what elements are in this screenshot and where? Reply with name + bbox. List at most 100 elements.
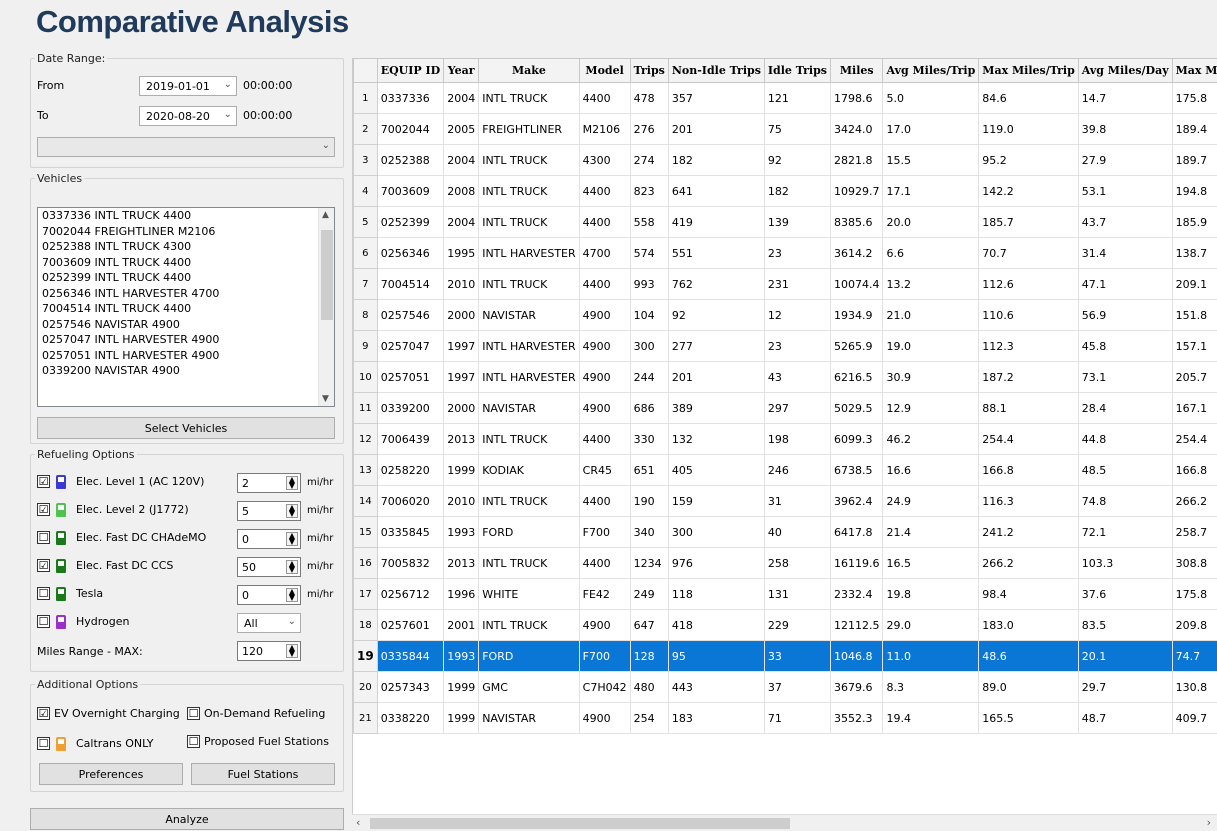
table-cell[interactable]: 357 xyxy=(667,82,765,114)
table-cell[interactable]: 254 xyxy=(629,702,669,734)
table-cell[interactable]: NAVISTAR xyxy=(478,299,580,331)
table-cell[interactable]: 266.2 xyxy=(978,547,1079,579)
table-cell[interactable]: 1993 xyxy=(443,640,480,672)
table-cell[interactable]: 47.1 xyxy=(1077,268,1173,300)
preferences-button[interactable]: Preferences xyxy=(39,763,183,785)
table-cell[interactable]: 478 xyxy=(629,82,669,114)
table-cell[interactable]: 19.0 xyxy=(882,330,980,362)
scroll-up-icon[interactable]: ▲ xyxy=(322,210,329,220)
table-row[interactable]: 15 0335845 1993 FORD F700 340 300 40 6417.8 21.4 2… xyxy=(353,516,1217,548)
checkbox[interactable]: ☐ xyxy=(37,586,50,600)
table-cell[interactable]: 182 xyxy=(763,175,831,207)
table-cell[interactable]: INTL TRUCK xyxy=(478,423,580,455)
table-cell[interactable]: 4900 xyxy=(578,392,631,424)
table-cell[interactable]: 266.2 xyxy=(1171,485,1217,517)
table-cell[interactable]: 6099.3 xyxy=(829,423,884,455)
table-cell[interactable]: 166.8 xyxy=(1171,454,1217,486)
table-cell[interactable]: 3424.0 xyxy=(829,113,884,145)
table-cell[interactable]: 4400 xyxy=(578,547,631,579)
table-row[interactable]: 7 7004514 2010 INTL TRUCK 4400 993 762 231 10074… xyxy=(353,268,1217,300)
row-number[interactable]: 5 xyxy=(353,206,378,238)
table-cell[interactable]: 27.9 xyxy=(1077,144,1173,176)
list-item[interactable]: 0257047 INTL HARVESTER 4900 xyxy=(38,332,334,348)
table-cell[interactable]: 21.4 xyxy=(882,516,980,548)
table-cell[interactable]: INTL TRUCK xyxy=(478,485,580,517)
horizontal-scrollbar[interactable]: ‹ › xyxy=(352,814,1217,831)
table-row[interactable]: 10 0257051 1997 INTL HARVESTER 4900 244 201 43 6… xyxy=(353,361,1217,393)
table-cell[interactable]: 1993 xyxy=(443,516,480,548)
table-cell[interactable]: 10929.7 xyxy=(829,175,884,207)
table-cell[interactable]: 2000 xyxy=(443,299,480,331)
list-item[interactable]: 0252388 INTL TRUCK 4300 xyxy=(38,239,334,255)
table-cell[interactable]: 480 xyxy=(629,671,669,703)
table-cell[interactable]: 1999 xyxy=(443,702,480,734)
table-cell[interactable]: 128 xyxy=(629,640,669,672)
table-cell[interactable]: INTL TRUCK xyxy=(478,82,580,114)
table-cell[interactable]: 276 xyxy=(629,113,669,145)
refuel-option-level1[interactable]: ☑ Elec. Level 1 (AC 120V) xyxy=(37,473,204,489)
table-cell[interactable]: KODIAK xyxy=(478,454,580,486)
table-cell[interactable]: 116.3 xyxy=(978,485,1079,517)
table-cell[interactable]: 4900 xyxy=(578,361,631,393)
table-cell[interactable]: 130.8 xyxy=(1171,671,1217,703)
table-cell[interactable]: 46.2 xyxy=(882,423,980,455)
list-item[interactable]: 0257546 NAVISTAR 4900 xyxy=(38,317,334,333)
fuel-stations-button[interactable]: Fuel Stations xyxy=(191,763,335,785)
table-cell[interactable]: 418 xyxy=(667,609,765,641)
table-cell[interactable]: 103.3 xyxy=(1077,547,1173,579)
table-cell[interactable]: 48.7 xyxy=(1077,702,1173,734)
table-row[interactable]: 3 0252388 2004 INTL TRUCK 4300 274 182 92 2821.8… xyxy=(353,144,1217,176)
table-cell[interactable]: CR45 xyxy=(578,454,631,486)
table-cell[interactable]: 75 xyxy=(763,113,831,145)
table-cell[interactable]: 92 xyxy=(667,299,765,331)
checkbox[interactable]: ☑ xyxy=(37,707,50,720)
table-row[interactable]: 19 0335844 1993 FORD F700 128 95 33 1046.8 11.0 48… xyxy=(353,640,1217,672)
table-cell[interactable]: 6417.8 xyxy=(829,516,884,548)
table-cell[interactable]: 0335844 xyxy=(376,640,445,672)
table-cell[interactable]: 11.0 xyxy=(882,640,980,672)
row-number[interactable]: 4 xyxy=(353,175,378,207)
table-cell[interactable]: WHITE xyxy=(478,578,580,610)
table-cell[interactable]: 23 xyxy=(763,237,831,269)
table-cell[interactable]: 201 xyxy=(667,113,765,145)
table-cell[interactable]: 19.4 xyxy=(882,702,980,734)
table-cell[interactable]: 121 xyxy=(763,82,831,114)
table-cell[interactable]: 4400 xyxy=(578,485,631,517)
table-row[interactable]: 16 7005832 2013 INTL TRUCK 4400 1234 976 258 161… xyxy=(353,547,1217,579)
table-cell[interactable]: 7006020 xyxy=(376,485,445,517)
table-cell[interactable]: 8.3 xyxy=(882,671,980,703)
table-cell[interactable]: 20.0 xyxy=(882,206,980,238)
table-cell[interactable]: 37.6 xyxy=(1077,578,1173,610)
table-cell[interactable]: 4700 xyxy=(578,237,631,269)
scrollbar-thumb[interactable] xyxy=(321,230,333,320)
table-cell[interactable]: 17.1 xyxy=(882,175,980,207)
table-cell[interactable]: 92 xyxy=(763,144,831,176)
table-cell[interactable]: 4900 xyxy=(578,702,631,734)
table-cell[interactable]: 7002044 xyxy=(376,113,445,145)
table-row[interactable]: 1 0337336 2004 INTL TRUCK 4400 478 357 121 1798.… xyxy=(353,82,1217,114)
list-item[interactable]: 0337336 INTL TRUCK 4400 xyxy=(38,208,334,224)
table-cell[interactable]: INTL TRUCK xyxy=(478,547,580,579)
table-cell[interactable]: 12112.5 xyxy=(829,609,884,641)
table-row[interactable]: 14 7006020 2010 INTL TRUCK 4400 190 159 31 3962.… xyxy=(353,485,1217,517)
table-cell[interactable]: 1999 xyxy=(443,671,480,703)
table-cell[interactable]: 823 xyxy=(629,175,669,207)
table-row[interactable]: 21 0338220 1999 NAVISTAR 4900 254 183 71 3552.3 1… xyxy=(353,702,1217,734)
table-cell[interactable]: INTL TRUCK xyxy=(478,609,580,641)
column-header[interactable]: Trips xyxy=(629,58,669,83)
table-cell[interactable]: 33 xyxy=(763,640,831,672)
table-cell[interactable]: 23 xyxy=(763,330,831,362)
row-number[interactable]: 12 xyxy=(353,423,378,455)
table-cell[interactable]: INTL TRUCK xyxy=(478,175,580,207)
table-cell[interactable]: 0258220 xyxy=(376,454,445,486)
table-cell[interactable]: 1046.8 xyxy=(829,640,884,672)
table-cell[interactable]: INTL TRUCK xyxy=(478,268,580,300)
analyze-button[interactable]: Analyze xyxy=(30,808,344,830)
table-cell[interactable]: 2332.4 xyxy=(829,578,884,610)
table-cell[interactable]: 0338220 xyxy=(376,702,445,734)
table-cell[interactable]: 13.2 xyxy=(882,268,980,300)
table-cell[interactable]: 0257343 xyxy=(376,671,445,703)
table-cell[interactable]: 119.0 xyxy=(978,113,1079,145)
row-number[interactable]: 2 xyxy=(353,113,378,145)
table-cell[interactable]: 7004514 xyxy=(376,268,445,300)
